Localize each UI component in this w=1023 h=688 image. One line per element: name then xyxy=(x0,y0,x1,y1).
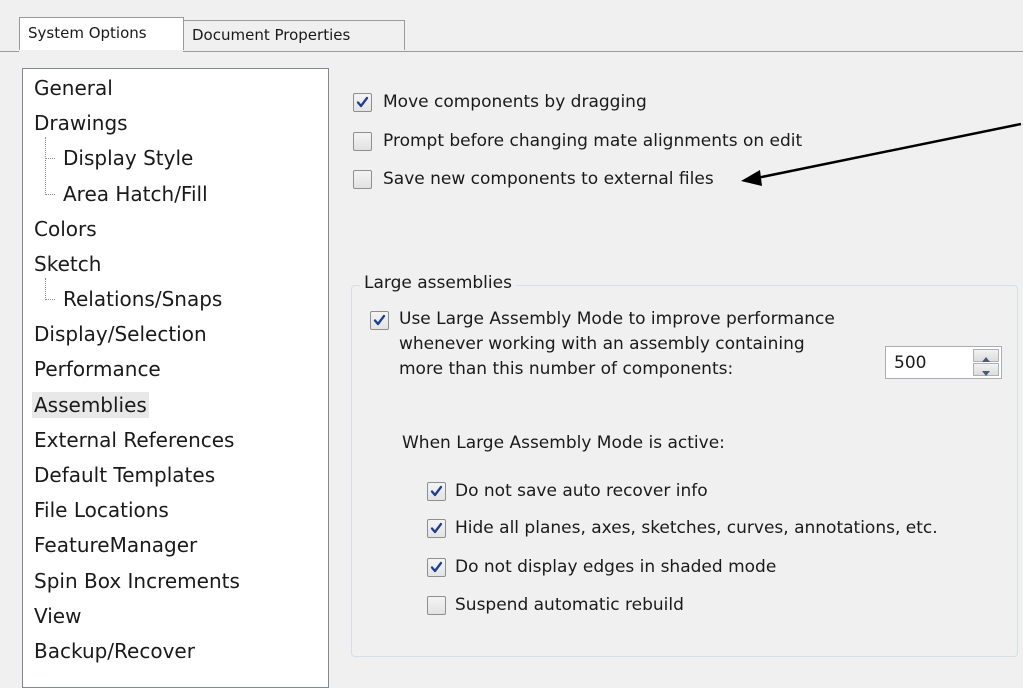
suspend-rebuild-label: Suspend automatic rebuild xyxy=(455,595,684,615)
no-autorecover-label: Do not save auto recover info xyxy=(455,481,708,501)
component-threshold-value[interactable]: 500 xyxy=(894,352,926,374)
spin-down-button[interactable] xyxy=(973,363,999,376)
checkmark-icon xyxy=(373,314,386,326)
use-large-assembly-mode-checkbox[interactable] xyxy=(370,311,389,330)
hide-planes-checkbox[interactable] xyxy=(427,519,446,538)
spin-buttons xyxy=(973,349,999,376)
no-autorecover-checkbox[interactable] xyxy=(427,482,446,501)
hide-planes-label: Hide all planes, axes, sketches, curves,… xyxy=(455,518,938,538)
suspend-rebuild-checkbox[interactable] xyxy=(427,596,446,615)
spin-up-button[interactable] xyxy=(973,349,999,362)
checkmark-icon xyxy=(430,561,443,573)
use-large-assembly-mode-label-line3: more than this number of components: xyxy=(399,359,734,379)
checkmark-icon xyxy=(430,485,443,497)
triangle-down-icon xyxy=(982,371,990,376)
checkmark-icon xyxy=(430,522,443,534)
tab-system-options[interactable]: System Options xyxy=(19,17,184,50)
no-edges-label: Do not display edges in shaded mode xyxy=(455,557,777,577)
tab-document-properties[interactable]: Document Properties xyxy=(183,20,405,50)
active-mode-heading: When Large Assembly Mode is active: xyxy=(402,433,725,453)
large-assemblies-title: Large assemblies xyxy=(360,272,516,294)
component-threshold-spinbox[interactable]: 500 xyxy=(885,346,1002,379)
no-edges-checkbox[interactable] xyxy=(427,558,446,577)
use-large-assembly-mode-label: Use Large Assembly Mode to improve perfo… xyxy=(399,309,835,329)
use-large-assembly-mode-label-line2: whenever working with an assembly contai… xyxy=(399,334,805,354)
